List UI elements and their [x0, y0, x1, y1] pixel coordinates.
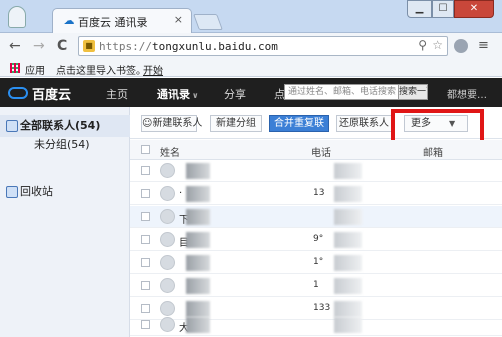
bookmark-start-link[interactable]: 开始: [143, 62, 163, 77]
table-row[interactable]: · 13: [130, 183, 502, 205]
contact-search-input[interactable]: 通过姓名、邮箱、电话搜索: [284, 84, 400, 100]
contacts-table-header: 姓名 电话 邮箱: [130, 140, 502, 160]
new-contact-button[interactable]: ☺新建联系人: [141, 115, 202, 132]
address-bar[interactable]: ■ https://tongxunlu.baidu.com ⚲ ☆: [78, 36, 448, 56]
row-checkbox[interactable]: [141, 189, 150, 198]
table-row[interactable]: 1: [130, 275, 502, 297]
want-more-menu[interactable]: 都想要…: [447, 86, 487, 101]
avatar: [160, 209, 175, 224]
redacted-phone-blur: [334, 317, 362, 333]
redacted-phone-blur: [334, 278, 362, 294]
redacted-name-blur: [186, 163, 210, 179]
reload-icon[interactable]: C: [57, 37, 67, 55]
chevron-down-icon: ∨: [192, 91, 199, 100]
window-controls: ▁ ☐ ✕: [407, 0, 494, 18]
contact-phone: 133: [313, 303, 331, 313]
table-row[interactable]: 大: [130, 314, 502, 336]
contact-phone: 9°: [313, 234, 324, 244]
baidu-cloud-logo[interactable]: 百度云: [8, 85, 71, 103]
baidu-cloud-favicon-icon: ☁: [63, 14, 75, 27]
table-row[interactable]: 目 9°: [130, 229, 502, 251]
row-checkbox[interactable]: [141, 281, 150, 290]
select-all-checkbox[interactable]: [141, 145, 150, 154]
avatar: [160, 186, 175, 201]
table-row[interactable]: [130, 160, 502, 182]
redacted-name-blur: [186, 209, 210, 225]
avatar: [160, 278, 175, 293]
new-group-button[interactable]: 新建分组: [210, 115, 262, 132]
column-header-name[interactable]: 姓名: [160, 144, 180, 159]
row-checkbox[interactable]: [141, 166, 150, 175]
redacted-name-blur: [186, 317, 210, 333]
browser-tab-strip: ☁ 百度云 通讯录 × ▁ ☐ ✕: [0, 0, 502, 33]
browser-tab[interactable]: ☁ 百度云 通讯录 ×: [52, 8, 192, 33]
bookmark-import-hint[interactable]: 点击这里导入书签。: [56, 62, 146, 77]
back-arrow-icon[interactable]: ←: [9, 37, 21, 55]
sidebar-item-label: 回收站: [20, 185, 53, 198]
row-checkbox[interactable]: [141, 320, 150, 329]
contacts-icon: [6, 120, 18, 132]
contact-phone: 1: [313, 280, 319, 290]
nav-share[interactable]: 分享: [224, 86, 246, 102]
redacted-phone-blur: [334, 232, 362, 248]
avatar: [160, 317, 175, 332]
redacted-phone-blur: [334, 186, 362, 202]
extension-globe-icon[interactable]: [454, 39, 468, 53]
contacts-sidebar: 全部联系人(54) 未分组(54) 回收站: [0, 107, 130, 337]
avatar: [160, 163, 175, 178]
bookmarks-bar: 应用 点击这里导入书签。 开始: [0, 59, 502, 77]
nav-contacts[interactable]: 通讯录 ∨: [157, 86, 199, 102]
apps-grid-icon[interactable]: [10, 63, 20, 73]
recycle-bin-icon: [6, 186, 18, 198]
tab-close-icon[interactable]: ×: [174, 13, 183, 26]
url-text: https://tongxunlu.baidu.com: [99, 40, 278, 53]
close-window-button[interactable]: ✕: [454, 0, 494, 18]
zoom-icon[interactable]: ⚲: [418, 38, 427, 52]
browser-menu-icon[interactable]: ≡: [478, 39, 489, 53]
bookmark-star-icon[interactable]: ☆: [432, 38, 443, 52]
profile-avatar-icon[interactable]: [8, 6, 26, 28]
redacted-name-blur: [186, 255, 210, 271]
row-checkbox[interactable]: [141, 304, 150, 313]
forward-arrow-icon[interactable]: →: [33, 37, 45, 55]
contact-phone: 1°: [313, 257, 324, 267]
avatar: [160, 232, 175, 247]
avatar: [160, 255, 175, 270]
row-checkbox[interactable]: [141, 235, 150, 244]
redacted-name-blur: [186, 278, 210, 294]
lock-icon: ■: [83, 40, 95, 52]
column-header-email[interactable]: 邮箱: [423, 144, 443, 159]
table-row[interactable]: 下: [130, 206, 502, 228]
add-user-icon: ☺: [142, 118, 153, 129]
row-checkbox[interactable]: [141, 258, 150, 267]
sidebar-item-recycle-bin[interactable]: 回收站: [0, 181, 130, 203]
new-tab-button[interactable]: [193, 14, 223, 30]
redacted-name-blur: [186, 232, 210, 248]
sidebar-item-ungrouped[interactable]: 未分组(54): [0, 134, 130, 156]
search-button[interactable]: 搜索一下: [398, 84, 428, 100]
tab-title: 百度云 通讯录: [78, 16, 148, 29]
redacted-phone-blur: [334, 255, 362, 271]
table-row[interactable]: 1°: [130, 252, 502, 274]
merge-duplicates-button[interactable]: 合并重复联: [269, 115, 329, 132]
minimize-button[interactable]: ▁: [407, 0, 432, 18]
row-checkbox[interactable]: [141, 212, 150, 221]
browser-toolbar: ← → C ■ https://tongxunlu.baidu.com ⚲ ☆ …: [0, 33, 502, 59]
cloud-logo-icon: [8, 87, 28, 99]
redacted-name-blur: [186, 186, 210, 202]
nav-home[interactable]: 主页: [106, 86, 128, 102]
maximize-button[interactable]: ☐: [432, 0, 454, 18]
sidebar-item-label: 未分组(54): [34, 138, 90, 151]
contact-name: ·: [179, 188, 183, 199]
column-header-phone[interactable]: 电话: [311, 144, 331, 159]
redacted-phone-blur: [334, 209, 362, 225]
restore-contacts-button[interactable]: 还原联系人: [336, 115, 392, 132]
bookmark-apps[interactable]: 应用: [25, 62, 45, 77]
contact-phone: 13: [313, 188, 325, 198]
baidu-header: 百度云 主页 通讯录∨ 分享 点 通过姓名、邮箱、电话搜索 搜索一下 都想要…: [0, 78, 502, 107]
redacted-phone-blur: [334, 163, 362, 179]
